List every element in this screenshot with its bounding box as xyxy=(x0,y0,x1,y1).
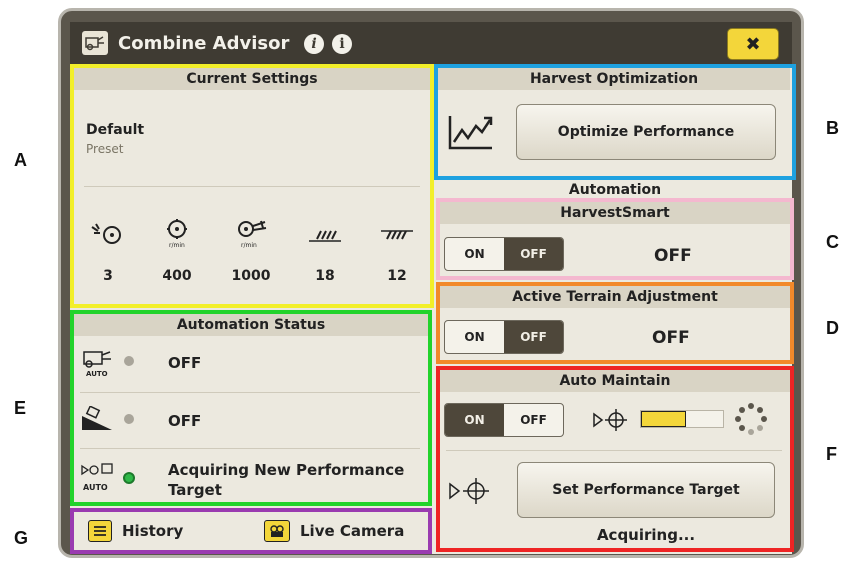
callout-box-d xyxy=(436,282,794,364)
app-title: Combine Advisor xyxy=(118,33,290,54)
close-button[interactable]: ✖ xyxy=(727,28,779,60)
callout-box-f xyxy=(436,366,794,552)
callout-box-e xyxy=(70,310,432,506)
callout-letter-f: F xyxy=(826,444,837,464)
callout-box-a xyxy=(70,64,434,308)
callout-box-b xyxy=(434,64,796,180)
callout-letter-b: B xyxy=(826,118,839,138)
callout-box-c xyxy=(436,198,794,280)
close-icon: ✖ xyxy=(745,33,761,55)
callout-letter-e: E xyxy=(14,398,27,418)
callout-letter-d: D xyxy=(826,318,839,338)
help-info-icon[interactable]: i xyxy=(332,34,352,54)
info-icon[interactable]: i xyxy=(304,34,324,54)
callout-box-g xyxy=(70,508,432,554)
combine-advisor-icon xyxy=(82,31,108,55)
callout-letter-g: G xyxy=(14,528,29,548)
callout-letter-a: A xyxy=(14,150,27,170)
callout-letter-c: C xyxy=(826,232,839,252)
automation-header: Automation xyxy=(568,182,662,198)
